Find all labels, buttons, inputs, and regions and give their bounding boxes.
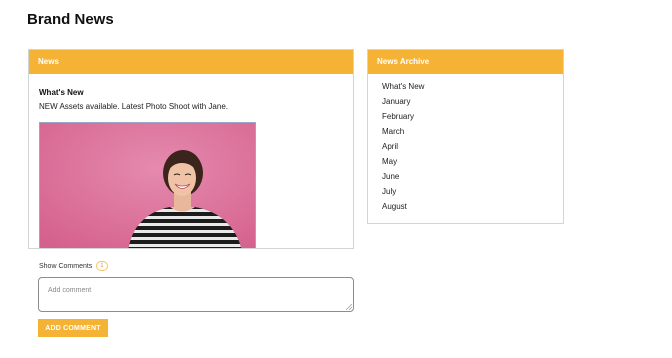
archive-item-april[interactable]: April: [382, 139, 563, 154]
archive-item-february[interactable]: February: [382, 109, 563, 124]
news-body-text: NEW Assets available. Latest Photo Shoot…: [39, 102, 228, 111]
news-archive-panel: News Archive What's New January February…: [367, 49, 564, 224]
comment-count-badge: 1: [96, 261, 108, 271]
news-archive-header: News Archive: [368, 50, 563, 74]
archive-item-whats-new[interactable]: What's New: [382, 79, 563, 94]
news-archive-list: What's New January February March April …: [368, 74, 563, 214]
news-panel: News What's New NEW Assets available. La…: [28, 49, 354, 249]
news-photo: [39, 122, 256, 248]
photo-illustration: [40, 123, 255, 248]
add-comment-input[interactable]: [38, 277, 354, 312]
archive-item-august[interactable]: August: [382, 199, 563, 214]
archive-item-march[interactable]: March: [382, 124, 563, 139]
show-comments-toggle[interactable]: Show Comments 1: [39, 261, 108, 271]
archive-item-january[interactable]: January: [382, 94, 563, 109]
add-comment-button[interactable]: ADD COMMENT: [38, 319, 108, 337]
page: Brand News News What's New NEW Assets av…: [0, 0, 672, 358]
archive-item-june[interactable]: June: [382, 169, 563, 184]
news-heading: What's New: [39, 88, 84, 97]
archive-item-may[interactable]: May: [382, 154, 563, 169]
news-panel-header: News: [29, 50, 353, 74]
archive-item-july[interactable]: July: [382, 184, 563, 199]
page-title: Brand News: [27, 11, 114, 28]
show-comments-label: Show Comments: [39, 262, 93, 270]
